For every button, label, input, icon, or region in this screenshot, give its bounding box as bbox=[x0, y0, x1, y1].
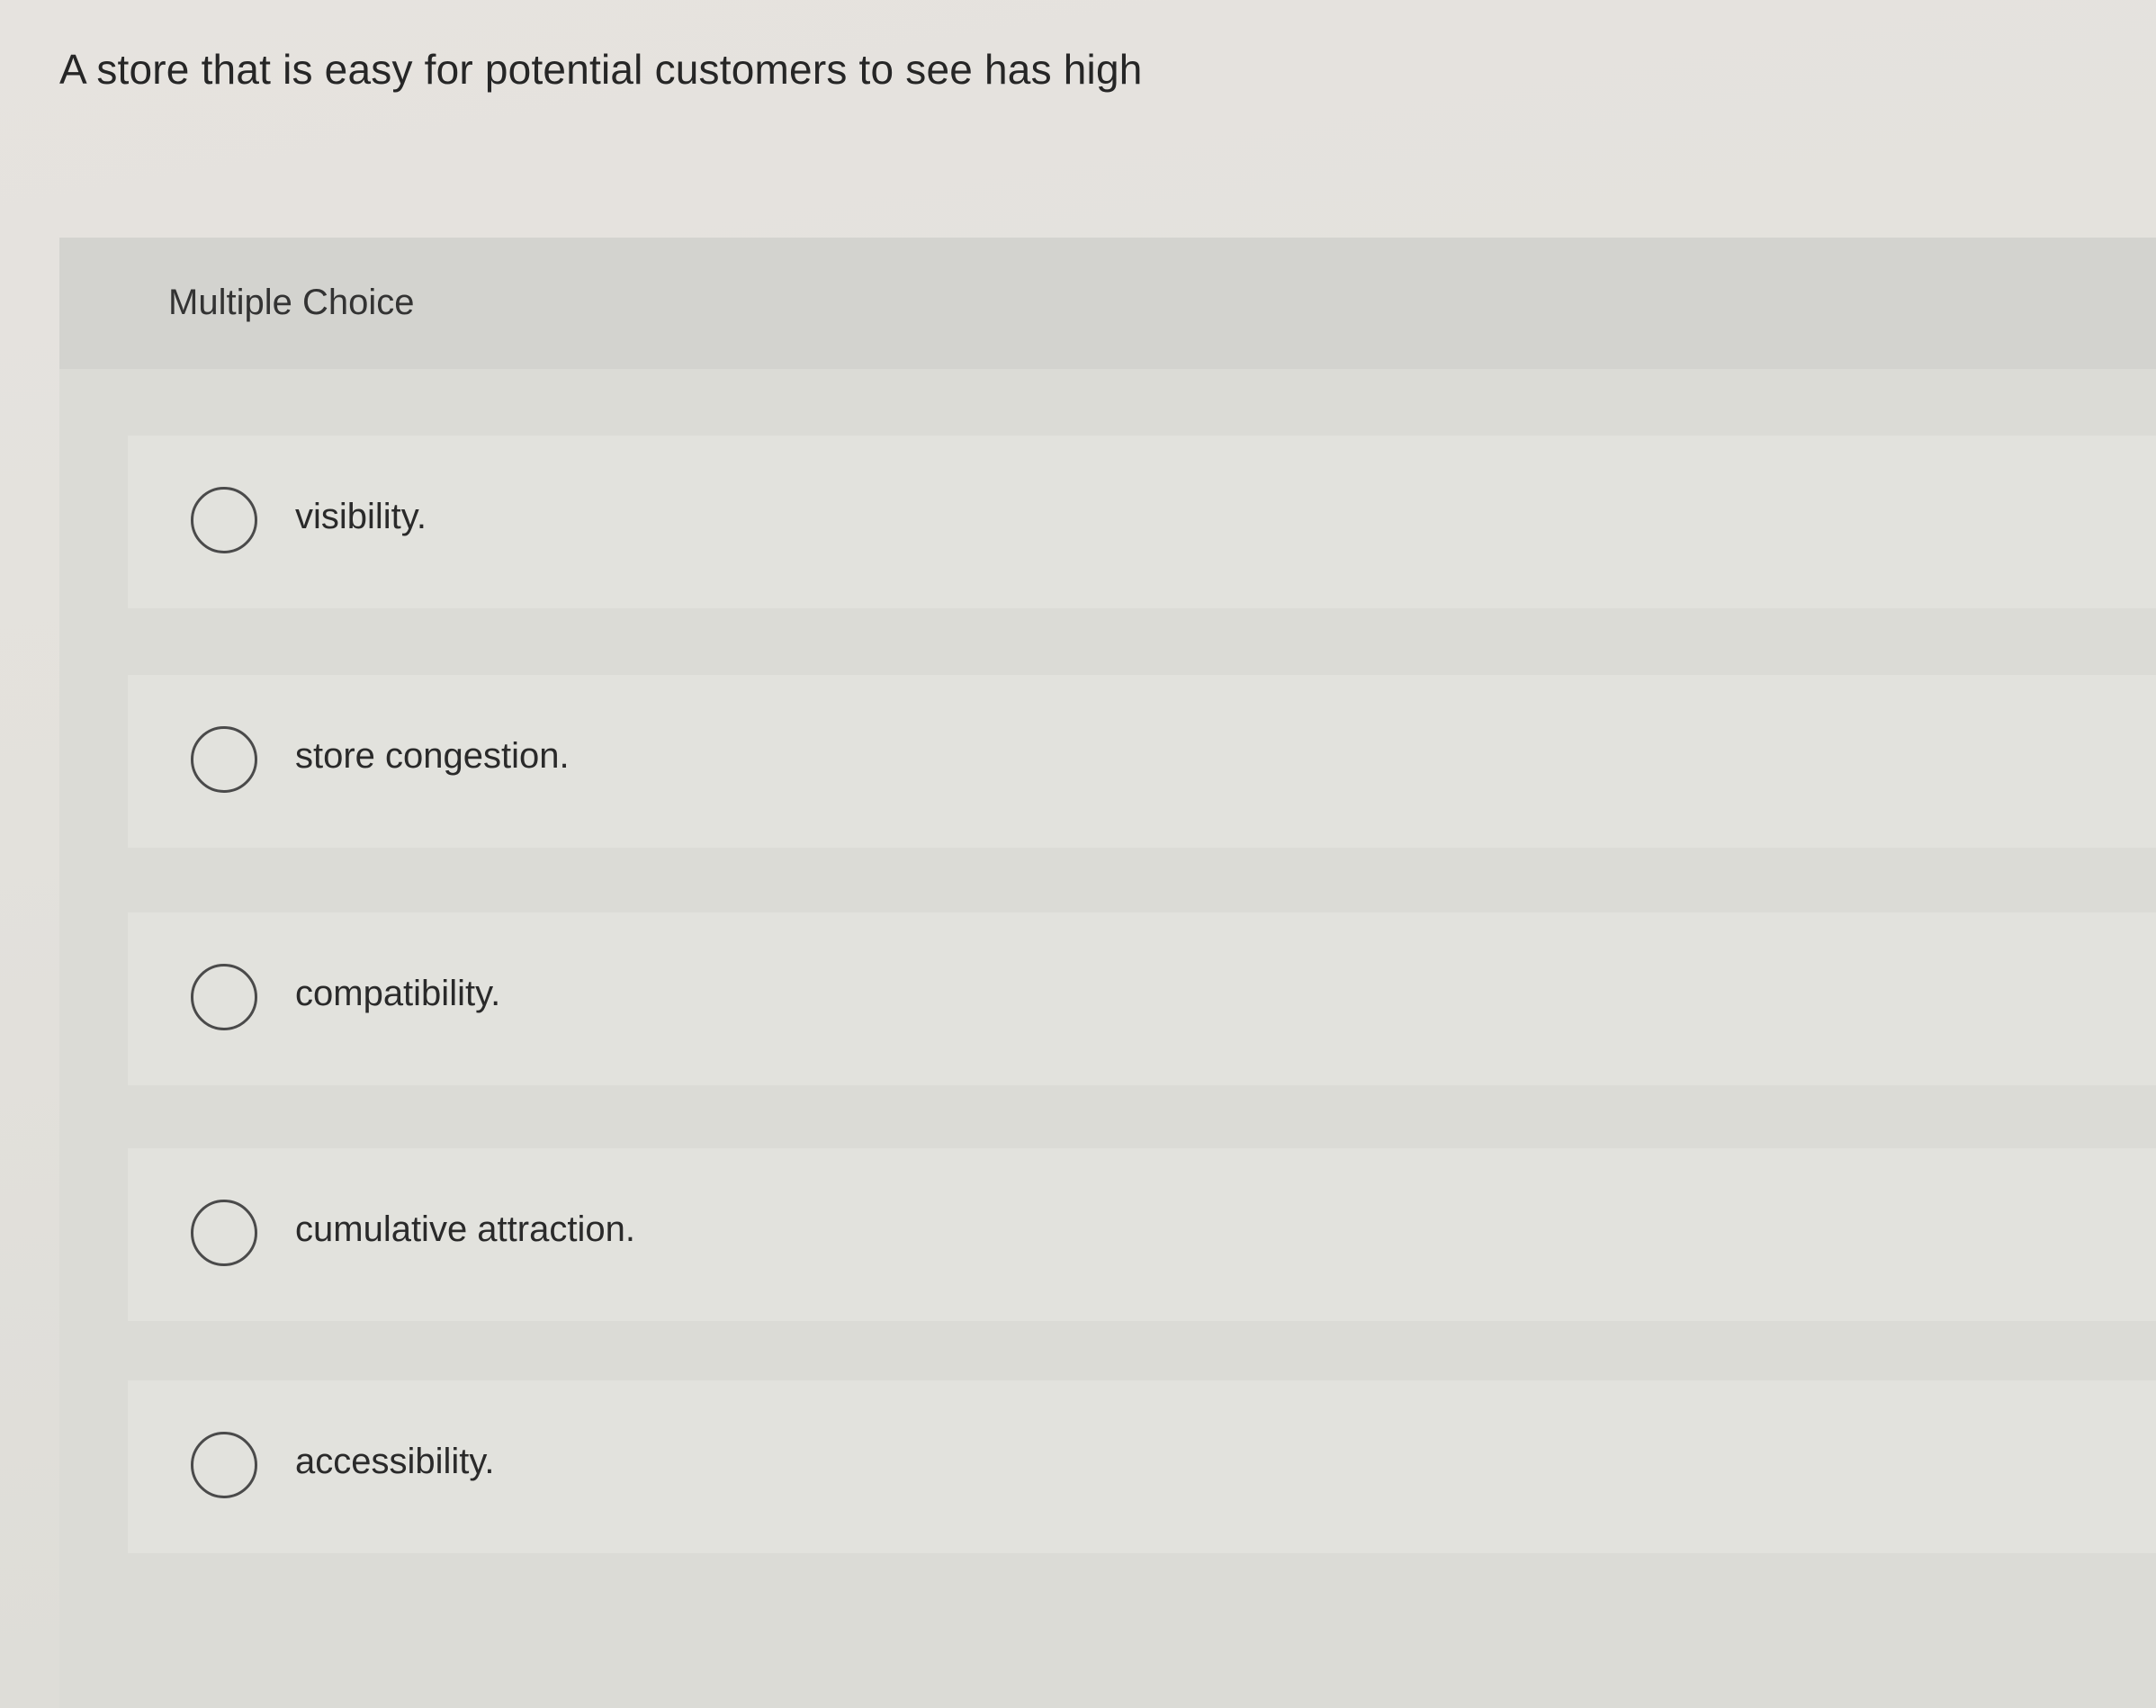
choice-label: compatibility. bbox=[295, 974, 501, 1013]
multiple-choice-panel: Multiple Choice visibility. store conges… bbox=[59, 238, 2156, 1708]
choice-label: cumulative attraction. bbox=[295, 1209, 635, 1249]
radio-unselected-icon[interactable] bbox=[191, 487, 257, 553]
panel-label: Multiple Choice bbox=[168, 283, 415, 322]
choice-label: visibility. bbox=[295, 497, 427, 536]
choice-label: accessibility. bbox=[295, 1442, 495, 1481]
choice-list: visibility. store congestion. compatibil… bbox=[59, 369, 2156, 1708]
radio-unselected-icon[interactable] bbox=[191, 1432, 257, 1498]
radio-unselected-icon[interactable] bbox=[191, 964, 257, 1030]
choice-option[interactable]: cumulative attraction. bbox=[128, 1148, 2156, 1321]
choice-option[interactable]: accessibility. bbox=[128, 1380, 2156, 1553]
question-text: A store that is easy for potential custo… bbox=[59, 46, 1143, 93]
radio-unselected-icon[interactable] bbox=[191, 726, 257, 793]
panel-header: Multiple Choice bbox=[59, 238, 2156, 369]
choice-option[interactable]: visibility. bbox=[128, 436, 2156, 608]
choice-label: store congestion. bbox=[295, 736, 570, 776]
choice-option[interactable]: compatibility. bbox=[128, 912, 2156, 1085]
radio-unselected-icon[interactable] bbox=[191, 1200, 257, 1266]
quiz-page: A store that is easy for potential custo… bbox=[0, 0, 2156, 1708]
choice-option[interactable]: store congestion. bbox=[128, 675, 2156, 848]
